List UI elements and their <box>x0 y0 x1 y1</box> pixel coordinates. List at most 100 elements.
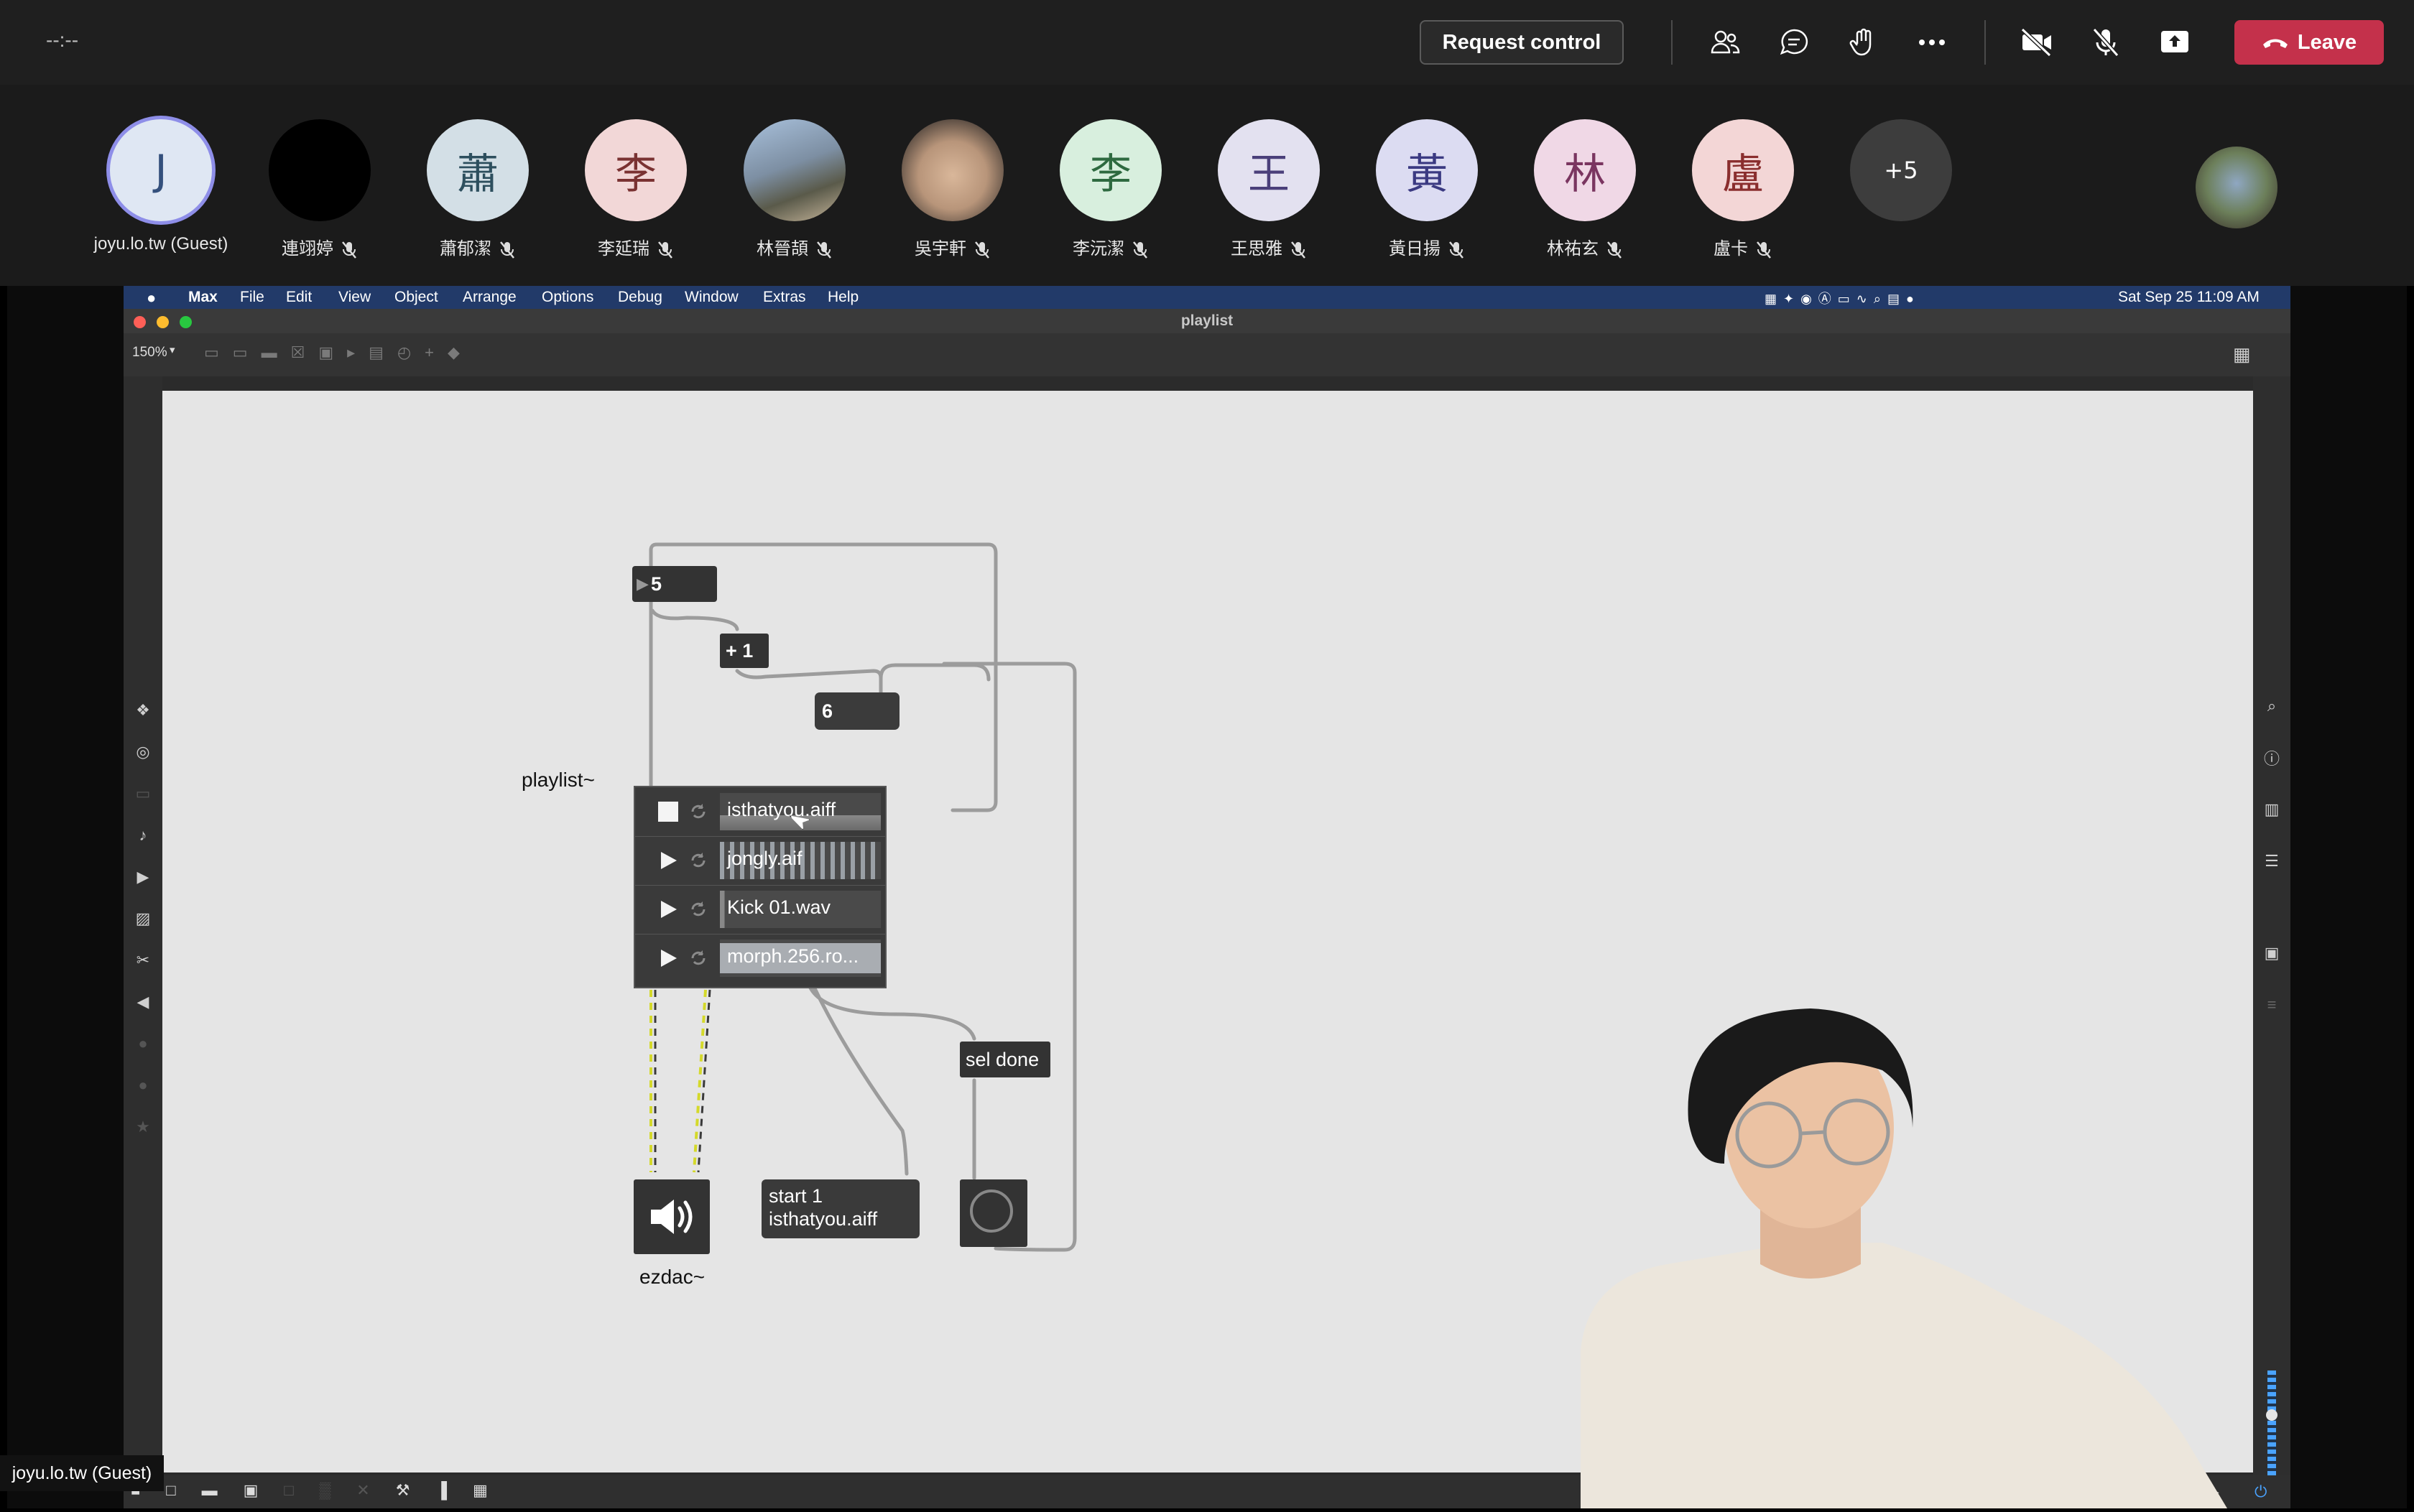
debug-icon[interactable]: ✕ <box>356 1481 369 1500</box>
message-box[interactable]: start 1 isthatyou.aiff <box>762 1179 920 1238</box>
loop-icon[interactable] <box>688 802 708 822</box>
menu-view[interactable]: View <box>338 289 371 306</box>
new-object-icon[interactable]: ▭ <box>204 343 219 365</box>
play-icon[interactable] <box>657 898 680 921</box>
chevron-down-icon[interactable]: ▾ <box>170 343 175 356</box>
participant-tile[interactable]: 林晉頡 <box>723 119 866 277</box>
participant-tile[interactable]: 吳宇軒 <box>881 119 1025 277</box>
menu-object[interactable]: Object <box>394 289 438 306</box>
new-comment-icon[interactable]: ▬ <box>262 343 277 365</box>
paint-icon[interactable]: ◆ <box>448 343 460 365</box>
status-icons[interactable]: ▦ ✦ ◉ Ⓐ ▭ ∿ ⌕ ▤ ● <box>1765 289 1914 307</box>
self-view[interactable] <box>2066 85 2414 286</box>
participant-tile[interactable]: 盧 盧卡 <box>1671 119 1815 277</box>
add-icon[interactable]: + <box>425 343 434 365</box>
menu-options[interactable]: Options <box>542 289 593 306</box>
loop-icon[interactable] <box>688 948 708 968</box>
layers-icon[interactable]: ▣ <box>244 1481 259 1500</box>
wrench-icon[interactable]: ⚒ <box>396 1481 410 1500</box>
list-icon[interactable]: ☰ <box>2262 852 2281 871</box>
people-icon[interactable] <box>1707 24 1743 60</box>
participant-tile[interactable]: 李 李沅潔 <box>1039 119 1183 277</box>
target-icon[interactable]: ◎ <box>134 743 152 761</box>
menu-max[interactable]: Max <box>188 289 218 306</box>
participant-tile[interactable]: 連翊婷 <box>248 119 392 277</box>
grid-snap-icon[interactable]: ▒ <box>320 1481 331 1500</box>
camera-icon[interactable]: ▣ <box>2262 944 2281 963</box>
play-icon[interactable] <box>657 849 680 872</box>
music-icon[interactable]: ♪ <box>134 826 152 845</box>
participant-tile[interactable]: 李 李延瑞 <box>564 119 708 277</box>
presentation-icon[interactable]: ▭ <box>134 784 152 803</box>
paperclip-icon[interactable]: ✂ <box>134 951 152 970</box>
macos-menubar: ● Max File Edit View Object Arrange Opti… <box>124 286 2290 309</box>
request-control-button[interactable]: Request control <box>1420 20 1624 65</box>
sel-object[interactable]: sel done <box>960 1042 1050 1077</box>
leave-button[interactable]: Leave <box>2234 20 2384 65</box>
number-box[interactable]: 6 <box>815 692 900 730</box>
menu-edit[interactable]: Edit <box>286 289 312 306</box>
more-icon[interactable] <box>1914 24 1950 60</box>
playlist-track[interactable]: morph.256.ro... <box>635 934 887 983</box>
bottom-tools[interactable]: ■□▬▣□▒✕⚒▐▦ <box>131 1481 488 1500</box>
camera-off-icon[interactable] <box>2019 24 2055 60</box>
piano-icon[interactable]: ▐ <box>435 1481 447 1500</box>
participant-tile[interactable]: 林 林祐玄 <box>1513 119 1657 277</box>
raise-hand-icon[interactable] <box>1845 24 1881 60</box>
menu-arrange[interactable]: Arrange <box>463 289 517 306</box>
new-button-icon[interactable]: ☒ <box>291 343 305 365</box>
packages-icon[interactable]: ❖ <box>134 701 152 720</box>
loop-icon[interactable] <box>688 850 708 871</box>
playlist-track[interactable]: isthatyou.aiff <box>635 787 887 837</box>
plus-object[interactable]: + 1 <box>720 634 769 668</box>
toolbar-icons[interactable]: ▭ ▭ ▬ ☒ ▣ ▸ ▤ ◴ + ◆ <box>204 343 606 365</box>
slash-circle-icon[interactable]: ● <box>134 1076 152 1095</box>
info-circle-icon[interactable]: ● <box>134 1034 152 1053</box>
participant-tile[interactable]: 黃 黃日揚 <box>1355 119 1499 277</box>
new-message-icon[interactable]: ▭ <box>233 343 248 365</box>
participant-tile[interactable]: 王 王思雅 <box>1197 119 1341 277</box>
sequence-icon[interactable]: ▶ <box>134 868 152 886</box>
playlist-track[interactable]: jongly.aif <box>635 836 887 886</box>
new-dial-icon[interactable]: ◴ <box>397 343 411 365</box>
grid-icon[interactable]: ▦ <box>2233 343 2251 366</box>
overflow-participants-button[interactable]: +5 <box>1829 119 1973 277</box>
new-toggle-icon[interactable]: ▣ <box>318 343 333 365</box>
playlist-track[interactable]: Kick 01.wav <box>635 885 887 934</box>
reference-icon[interactable]: ▥ <box>2262 800 2281 819</box>
number-box-value: 6 <box>822 700 833 722</box>
new-number-icon[interactable]: ▸ <box>347 343 355 365</box>
stop-icon[interactable] <box>658 802 678 822</box>
participant-tile[interactable]: 蕭 蕭郁潔 <box>406 119 550 277</box>
menu-window[interactable]: Window <box>685 289 739 306</box>
search-icon[interactable]: ⌕ <box>2262 697 2281 715</box>
new-slider-icon[interactable]: ▤ <box>369 343 384 365</box>
playlist-object[interactable]: isthatyou.aiff jongly.aif Kick 01.wav mo… <box>634 786 887 988</box>
ezdac-object[interactable] <box>634 1179 710 1254</box>
bang-button[interactable] <box>960 1179 1027 1247</box>
play-icon[interactable] <box>657 947 680 970</box>
participant-tile[interactable]: J joyu.lo.tw (Guest) <box>89 119 233 277</box>
phone-hangup-icon <box>2262 39 2288 48</box>
menu-file[interactable]: File <box>240 289 264 306</box>
plug-icon[interactable]: ◀ <box>134 993 152 1011</box>
keyboard-icon[interactable]: ▦ <box>473 1481 488 1500</box>
share-screen-icon[interactable] <box>2157 24 2193 60</box>
chat-icon[interactable] <box>1776 24 1812 60</box>
menu-extras[interactable]: Extras <box>763 289 806 306</box>
comment-icon[interactable]: ▬ <box>202 1481 218 1500</box>
avatar-photo <box>744 119 846 221</box>
number-box[interactable]: ▶ 5 <box>632 566 717 602</box>
menu-help[interactable]: Help <box>828 289 859 306</box>
presentation-toggle-icon[interactable]: □ <box>166 1481 175 1500</box>
image-icon[interactable]: ▨ <box>134 909 152 928</box>
apple-icon[interactable]: ● <box>147 289 156 307</box>
object-text: sel done <box>966 1049 1040 1070</box>
loop-icon[interactable] <box>688 899 708 919</box>
info-icon[interactable]: ⓘ <box>2262 748 2281 768</box>
menu-debug[interactable]: Debug <box>618 289 662 306</box>
zoom-level[interactable]: 150% <box>132 345 167 361</box>
mic-off-icon[interactable] <box>2088 24 2124 60</box>
hidden-icon[interactable]: □ <box>284 1481 293 1500</box>
star-icon[interactable]: ★ <box>134 1118 152 1136</box>
